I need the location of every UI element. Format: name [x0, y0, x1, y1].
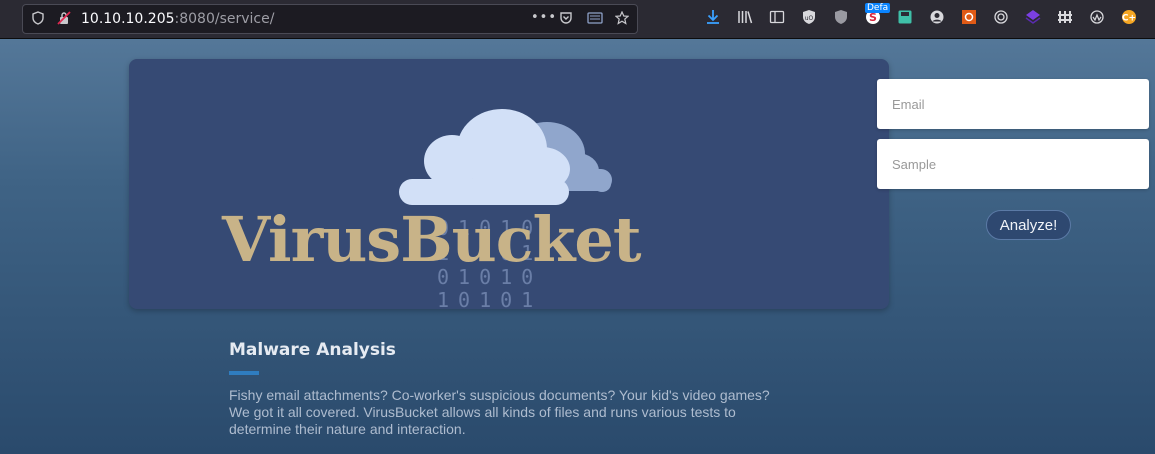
- fence-extension-icon[interactable]: [1056, 9, 1074, 27]
- download-icon[interactable]: [704, 9, 722, 27]
- save-extension-icon[interactable]: [896, 9, 914, 27]
- browser-toolbar: 10.10.10.205:8080/service/ ••• uO S Defa: [0, 0, 1155, 39]
- url-path: :8080/service/: [174, 11, 275, 27]
- hero-card: 01010 10101 01010 10101 VirusBucket: [129, 59, 889, 309]
- account-icon[interactable]: [928, 9, 946, 27]
- url-host: 10.10.10.205: [81, 11, 175, 27]
- cloud-icon: [399, 109, 612, 205]
- svg-text:uO: uO: [805, 15, 814, 22]
- logo-text: VirusBucket: [222, 203, 641, 276]
- cube-extension-icon[interactable]: [1024, 9, 1042, 27]
- section-title: Malware Analysis: [229, 340, 396, 360]
- wappalyzer-icon[interactable]: [1088, 9, 1106, 27]
- reader-icon[interactable]: [587, 11, 603, 25]
- ublock-icon[interactable]: uO: [800, 9, 818, 27]
- extension-badge: Defa: [865, 3, 891, 13]
- fingerprint-icon[interactable]: [992, 9, 1010, 27]
- sidebar-icon[interactable]: [768, 9, 786, 27]
- svg-text:C+: C+: [1122, 14, 1136, 24]
- email-field[interactable]: [877, 79, 1149, 129]
- address-bar[interactable]: 10.10.10.205:8080/service/ •••: [22, 4, 638, 34]
- library-icon[interactable]: [736, 9, 754, 27]
- analyze-button[interactable]: Analyze!: [986, 210, 1071, 240]
- insecure-lock-icon[interactable]: [57, 11, 71, 25]
- more-icon[interactable]: •••: [531, 11, 556, 25]
- sample-field[interactable]: [877, 139, 1149, 189]
- pocket-icon[interactable]: [559, 11, 573, 25]
- binary-line: 10101: [437, 288, 543, 309]
- bookmark-star-icon[interactable]: [614, 10, 630, 25]
- accent-bar: [229, 371, 259, 375]
- gear-extension-icon[interactable]: [960, 9, 978, 27]
- cookie-editor-icon[interactable]: C+: [1120, 9, 1138, 27]
- shield-extension-icon[interactable]: [832, 9, 850, 27]
- url-text[interactable]: 10.10.10.205:8080/service/: [81, 11, 274, 27]
- shield-icon[interactable]: [31, 11, 45, 25]
- section-description: Fishy email attachments? Co-worker's sus…: [229, 387, 770, 437]
